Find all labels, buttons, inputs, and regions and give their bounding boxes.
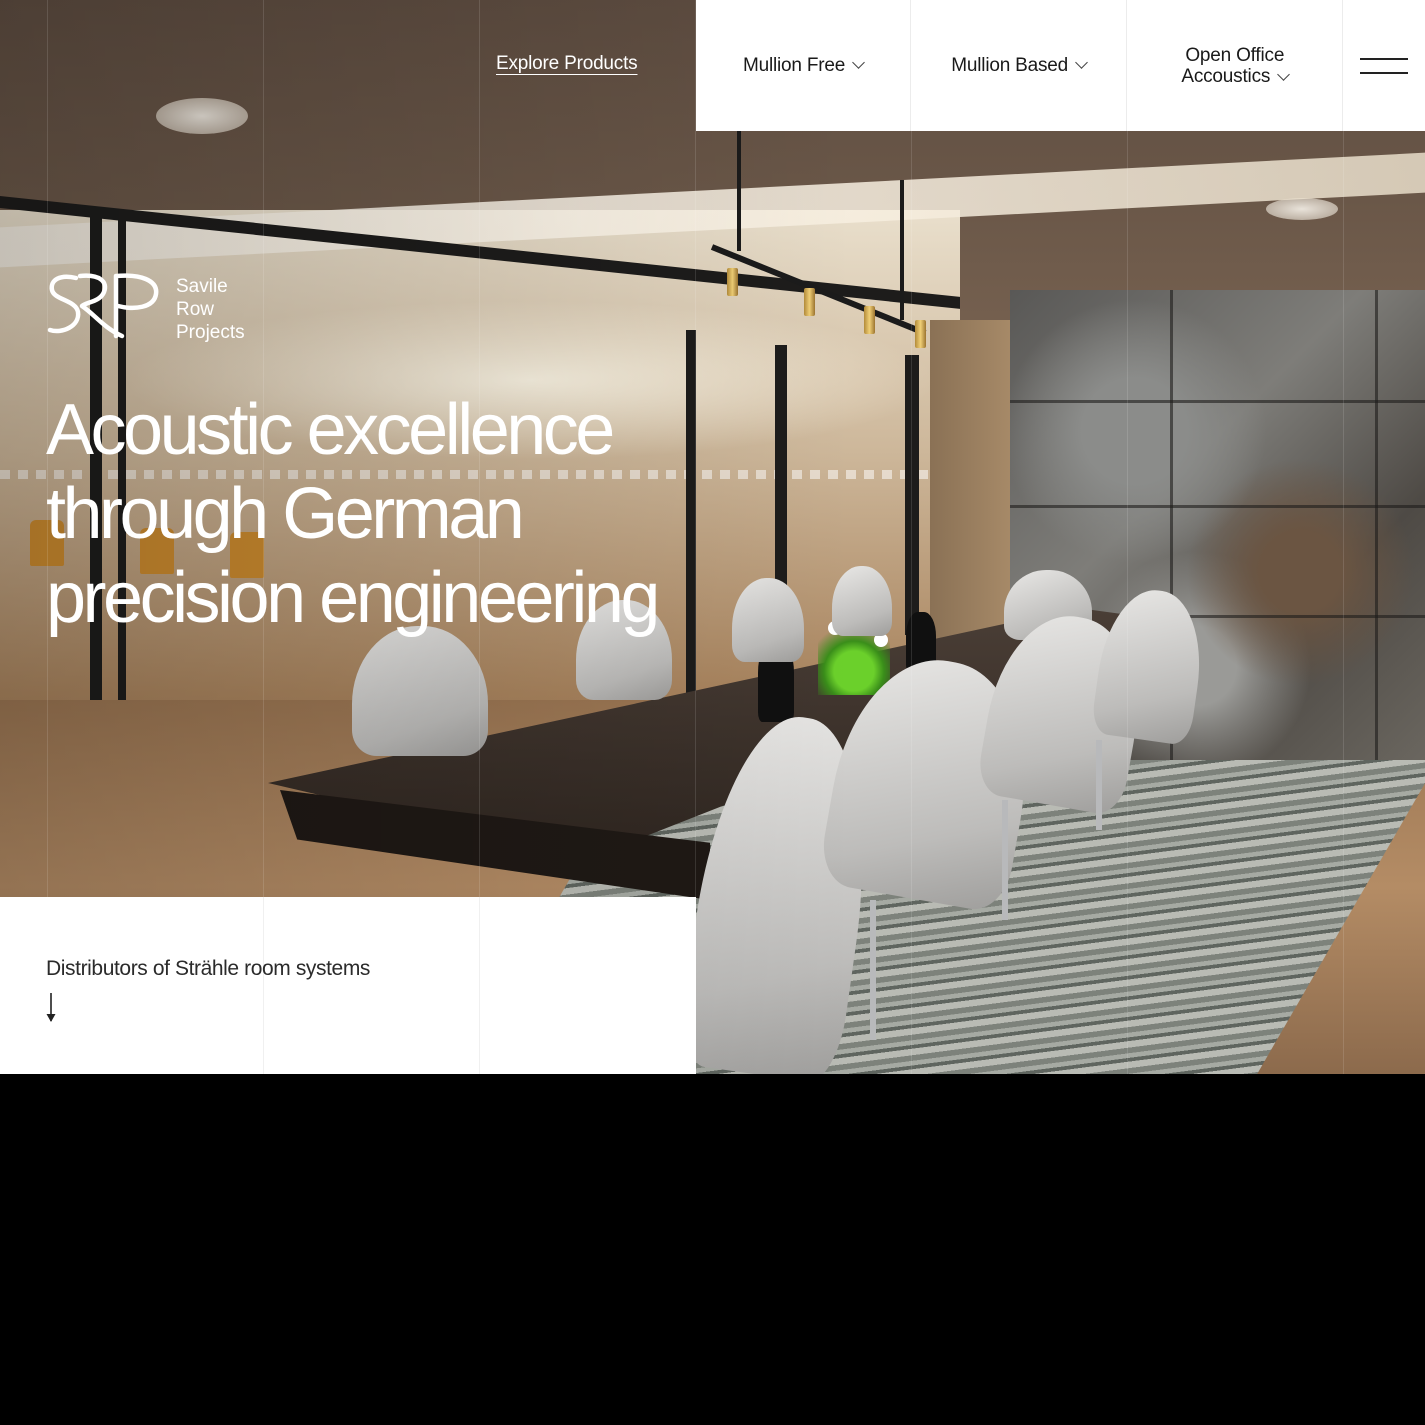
menu-line [1360,71,1409,74]
grid-line [1127,0,1128,1074]
logo-word-savile: Savile [176,276,228,297]
headline-line-2: through German [46,474,525,554]
srp-logo[interactable]: Savile Row Projects [46,272,245,344]
grid-line [911,0,912,1074]
distributor-tagline: Distributors of Strähle room systems [46,957,371,980]
nav-open-office-label-line2: Accoustics [1181,65,1271,87]
headline-line-3: precision engineering [46,558,660,638]
intro-panel [0,897,696,1074]
srp-monogram-icon [47,273,159,339]
chevron-down-icon [1075,56,1088,69]
explore-products-link[interactable]: Explore Products [496,53,638,75]
chevron-down-icon [852,56,865,69]
nav-open-office-label-line1: Open Office [1185,44,1285,66]
nav-mullion-based-label: Mullion Based [951,55,1069,76]
headline-line-1: Acoustic excellence [46,390,615,470]
site-viewport: Explore Products Mullion Free Mullion Ba… [0,0,1425,1074]
nav-mullion-free-label: Mullion Free [742,55,846,76]
hamburger-menu-icon[interactable] [1343,0,1425,131]
hero-headline: Acoustic excellence through German preci… [46,388,746,640]
grid-line [1343,0,1344,1074]
arrow-down-icon[interactable] [45,992,57,1024]
logo-word-row: Row [176,299,215,320]
logo-word-projects: Projects [176,322,245,343]
grid-line [479,897,480,1074]
menu-line [1360,57,1409,60]
chevron-down-icon [1277,67,1291,81]
main-nav: Mullion Free Mullion Based Open Office A… [696,0,1425,131]
nav-mullion-free[interactable]: Mullion Free [696,0,912,131]
grid-line [263,897,264,1074]
logo-wordmark: Savile Row Projects [176,275,245,344]
nav-open-office-acoustics[interactable]: Open Office Accoustics [1127,0,1344,131]
nav-mullion-based[interactable]: Mullion Based [911,0,1128,131]
